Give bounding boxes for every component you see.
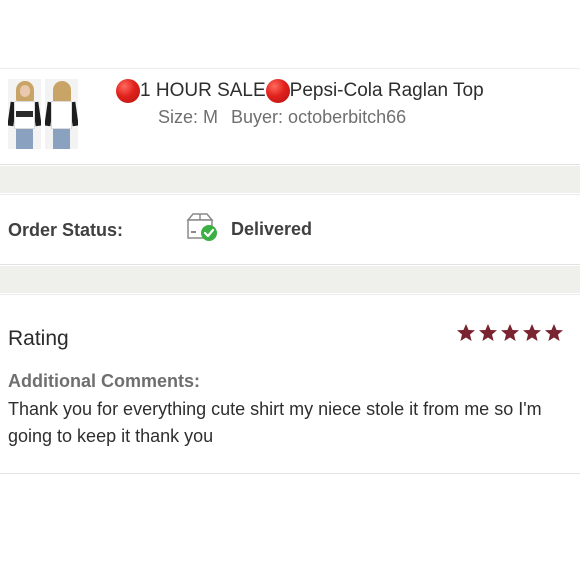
listing-card[interactable]: 1 HOUR SALE Pepsi-Cola Raglan Top Size: …	[0, 68, 580, 165]
package-delivered-icon	[186, 213, 217, 241]
star-icon	[523, 324, 541, 341]
listing-title-line[interactable]: 1 HOUR SALE Pepsi-Cola Raglan Top	[116, 79, 484, 103]
rating-label: Rating	[8, 327, 69, 350]
product-front-photo[interactable]	[8, 79, 41, 149]
jeans-shape	[53, 129, 70, 149]
shirt-logo-shape	[16, 111, 33, 117]
section-divider	[0, 166, 580, 193]
red-circle-icon	[116, 79, 140, 103]
order-status-value: Delivered	[231, 219, 313, 239]
buyer-text: Buyer: octoberbitch66	[231, 107, 407, 127]
listing-title: Pepsi-Cola Raglan Top	[289, 80, 484, 101]
star-icon	[501, 324, 519, 341]
comments-text: Thank you for everything cute shirt my n…	[8, 399, 542, 446]
redacted-blur	[104, 109, 146, 141]
rating-card: Rating Additional Comments: Thank you fo…	[0, 294, 580, 474]
order-status-card: Order Status: Delivered	[0, 194, 580, 265]
section-divider	[0, 266, 580, 293]
star-icon	[545, 324, 563, 341]
red-circle-icon	[265, 79, 290, 103]
star-icon	[479, 324, 497, 341]
size-text: Size: M	[158, 107, 219, 127]
comments-label: Additional Comments:	[8, 371, 200, 391]
listing-meta: Size: M Buyer: octoberbitch66	[158, 107, 406, 128]
face-shape	[20, 85, 30, 97]
order-status-label: Order Status:	[8, 220, 124, 240]
product-back-photo[interactable]	[45, 79, 78, 149]
star-rating	[456, 323, 564, 343]
jeans-shape	[16, 129, 33, 149]
star-icon	[457, 324, 475, 341]
shirt-body-shape	[51, 101, 72, 129]
sale-prefix: 1 HOUR SALE	[140, 80, 266, 101]
